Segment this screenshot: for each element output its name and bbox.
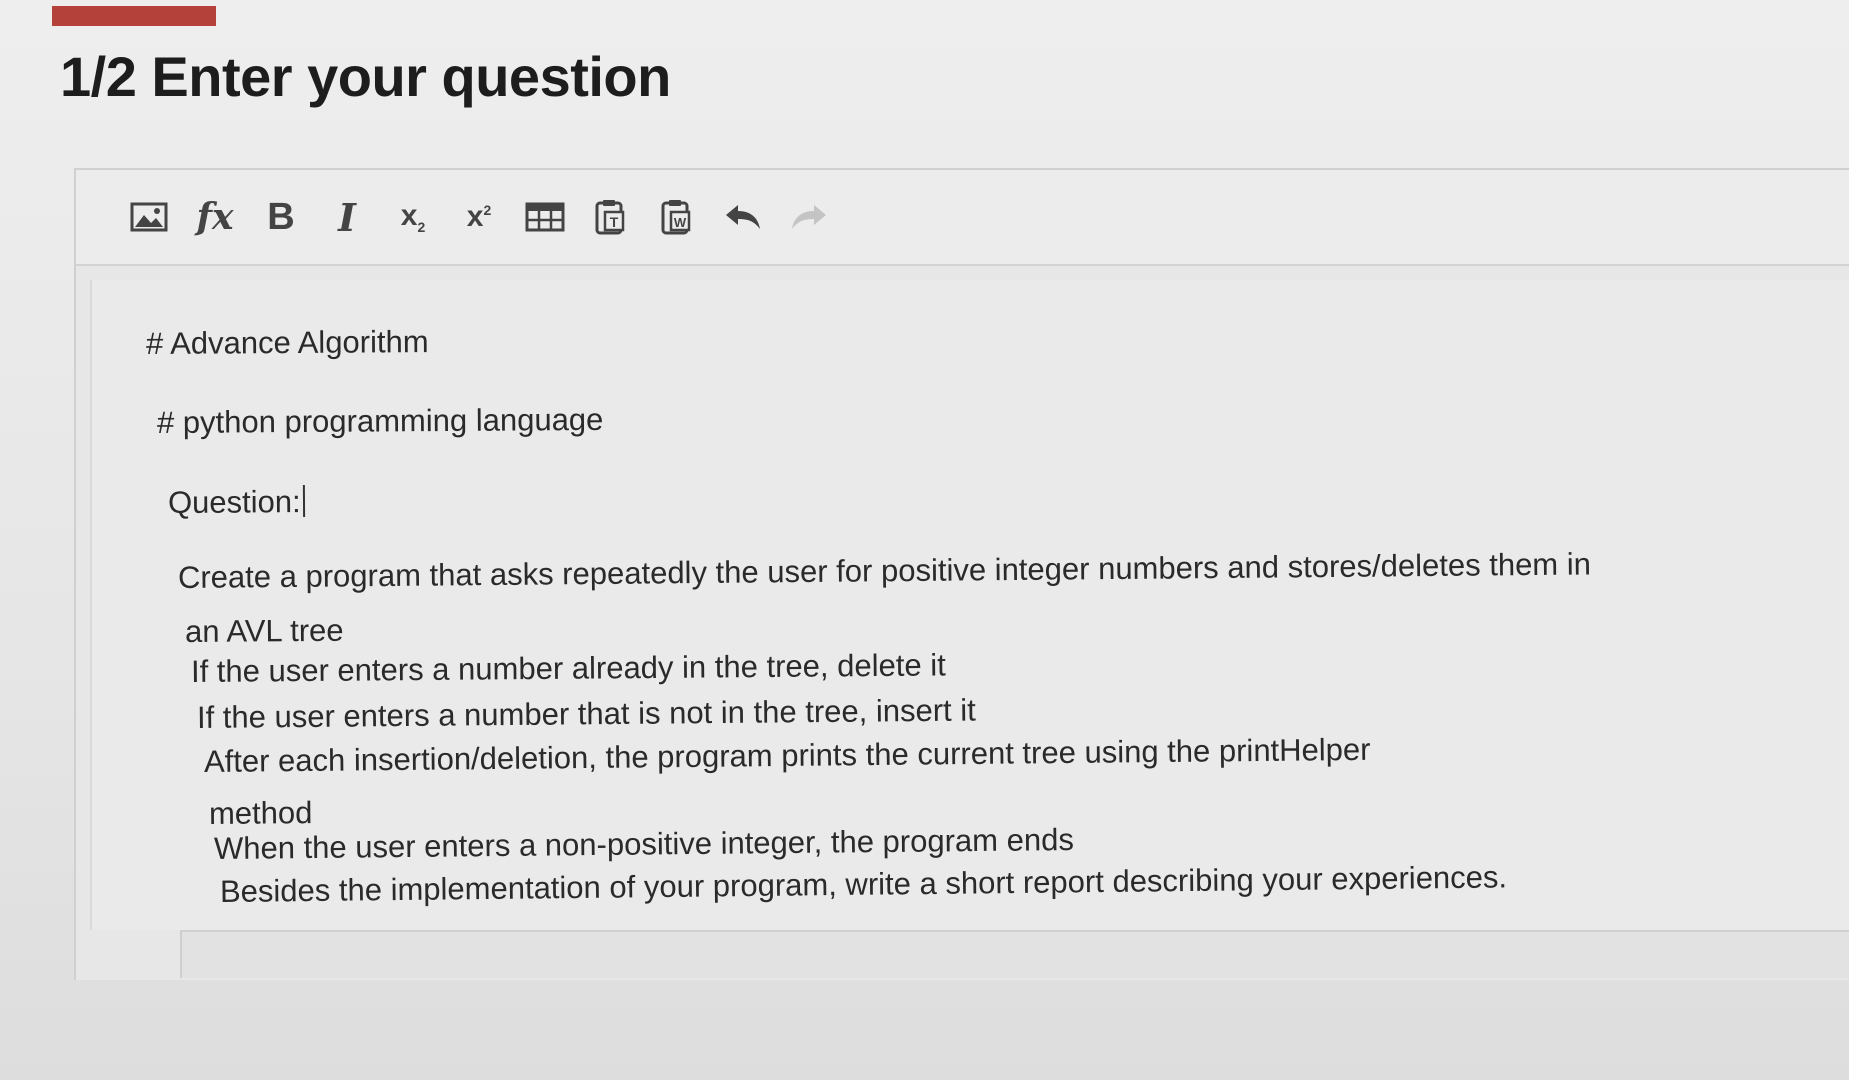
redo-icon (792, 205, 826, 229)
svg-text:W: W (674, 215, 687, 230)
paste-word-button[interactable]: W (644, 187, 710, 247)
redo-button[interactable] (776, 187, 842, 247)
bold-button[interactable]: B (248, 187, 314, 247)
editor-line-rule-print-cont: method (208, 795, 313, 831)
question-page: 1/2 Enter your question fx B I x2 x2 T W… (0, 0, 1849, 1080)
undo-icon (726, 205, 760, 229)
formula-button[interactable]: fx (182, 187, 248, 247)
bold-icon: B (267, 195, 295, 238)
italic-icon: I (338, 194, 356, 240)
editor-line-rule-delete: If the user enters a number already in t… (190, 647, 946, 689)
superscript-icon: x2 (466, 200, 492, 233)
svg-text:T: T (610, 214, 619, 230)
editor-toolbar: fx B I x2 x2 T W (76, 170, 1849, 266)
undo-button[interactable] (710, 187, 776, 247)
insert-table-button[interactable] (512, 187, 578, 247)
editor-resize-area (180, 930, 1849, 978)
image-icon (130, 202, 168, 232)
paste-word-icon: W (661, 200, 691, 235)
accent-bar (52, 6, 216, 26)
superscript-button[interactable]: x2 (446, 187, 512, 247)
text-cursor (302, 485, 305, 518)
insert-image-button[interactable] (116, 187, 182, 247)
editor-line-heading-2: # python programming language (156, 401, 604, 440)
paste-text-icon: T (595, 200, 625, 235)
editor-line-rule-insert: If the user enters a number that is not … (196, 692, 976, 735)
editor-line-question-label: Question: (168, 484, 305, 521)
subscript-icon: x2 (400, 199, 426, 235)
editor-line-paragraph-1-cont: an AVL tree (184, 612, 344, 649)
formula-icon: fx (196, 196, 234, 238)
editor-line-heading-1: # Advance Algorithm (145, 324, 429, 361)
subscript-button[interactable]: x2 (380, 187, 446, 247)
paste-text-button[interactable]: T (578, 187, 644, 247)
page-title: 1/2 Enter your question (60, 45, 671, 108)
italic-button[interactable]: I (314, 187, 380, 247)
table-icon (525, 202, 565, 232)
